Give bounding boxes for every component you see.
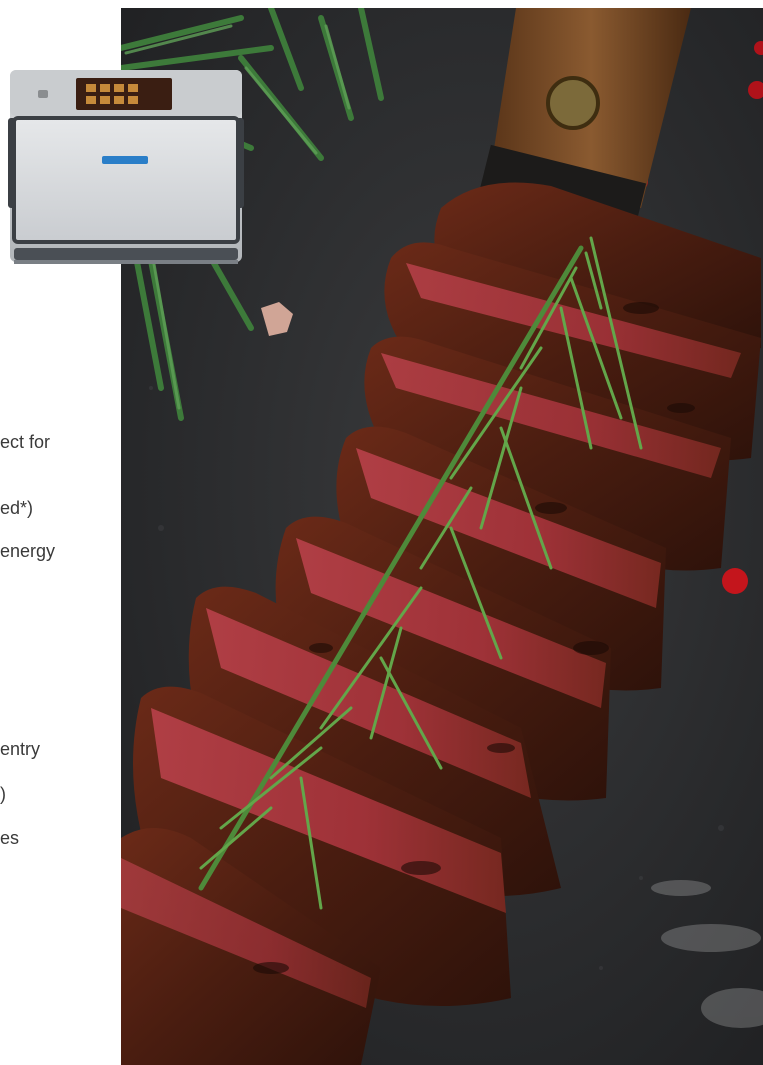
text-fragment-2: ed*) xyxy=(0,498,34,518)
brand-plate-icon xyxy=(102,156,148,164)
touchscreen-icon xyxy=(76,78,172,110)
oven-product-image xyxy=(6,70,246,272)
text-fragment-1: ect for xyxy=(0,432,51,452)
text-fragment-6: es xyxy=(0,828,20,848)
text-fragment-5: ) xyxy=(0,784,6,804)
text-fragment-3: energy xyxy=(0,541,56,561)
text-fragment-4: entry xyxy=(0,739,41,759)
